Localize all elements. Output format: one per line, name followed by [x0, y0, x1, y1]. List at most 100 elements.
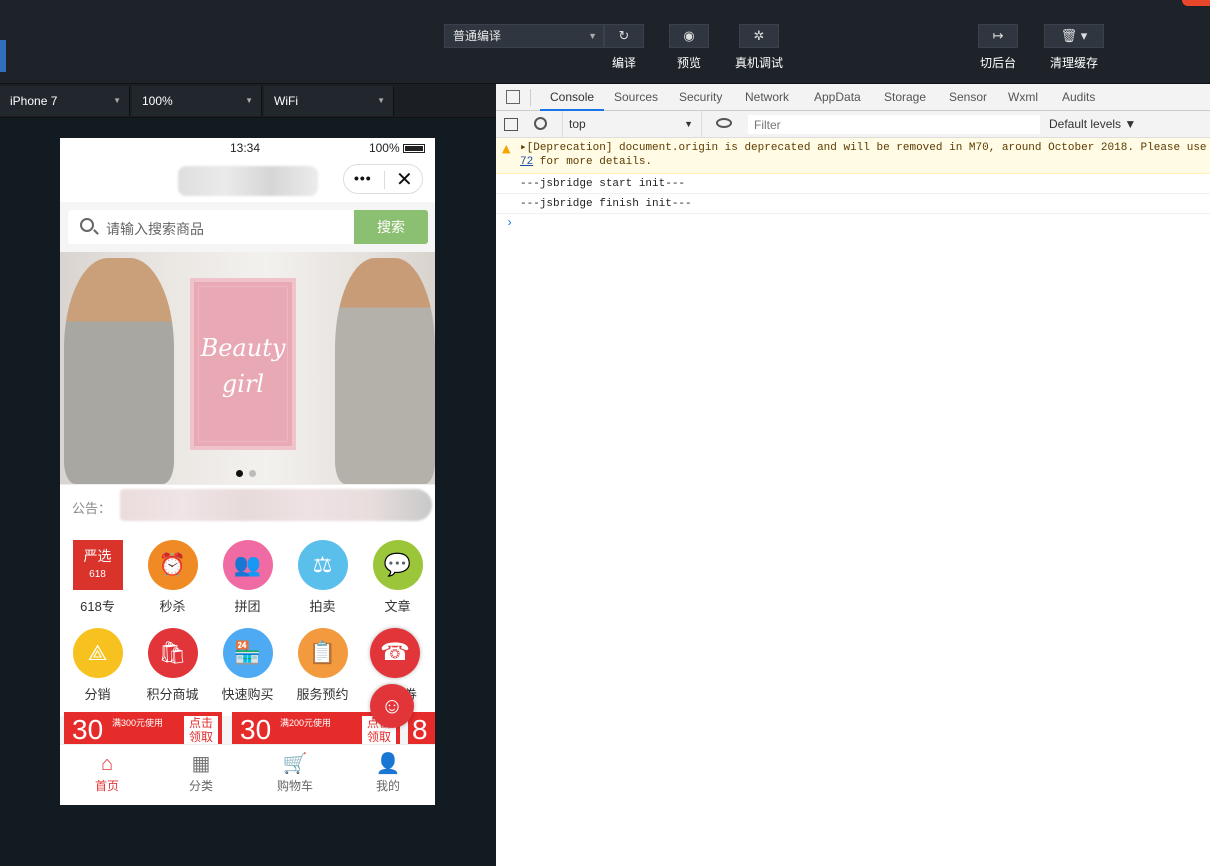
grid-item-service-booking[interactable]: 📋 服务预约 [285, 628, 360, 703]
grid-item-points-mall[interactable]: 🛍 积分商城 [135, 628, 210, 703]
coupon-claim-button[interactable]: 点击领取 [184, 716, 218, 744]
menu-capsule: ••• ✕ [343, 164, 423, 194]
zoom-label: 100% [142, 94, 173, 108]
store-icon: 🏪 [222, 628, 273, 678]
search-input[interactable]: 请输入搜索商品 [68, 210, 354, 244]
console-output: ▲ ▸[Deprecation] document.origin is depr… [496, 138, 1210, 230]
grid-item-flash-sale[interactable]: ⏰ 秒杀 [135, 540, 210, 615]
clear-cache-button[interactable]: 🗑 ▾ 清理缓存 [1044, 24, 1104, 71]
console-prompt[interactable]: › [496, 214, 1210, 230]
tab-sensor[interactable]: Sensor [949, 84, 987, 111]
chevron-down-icon: ▼ [684, 119, 693, 129]
grid-item-quick-buy[interactable]: 🏪 快速购买 [210, 628, 285, 703]
compile-mode-select[interactable]: 普通编译 ▼ [444, 24, 604, 48]
poster-text: Beauty [200, 334, 286, 362]
context-select[interactable]: top ▼ [562, 111, 702, 138]
inspect-element-icon[interactable] [506, 90, 520, 104]
eye-icon: ◉ [669, 24, 709, 48]
carousel-dot[interactable] [236, 470, 243, 477]
tab-profile[interactable]: 👤 我的 [341, 751, 435, 794]
yanxuan-icon: 严选 618 [72, 540, 123, 590]
grid-item-label: 拍卖 [309, 599, 336, 614]
warning-text: for more details. [533, 156, 653, 168]
grid-item-label: 文章 [384, 599, 411, 614]
grid-item-distribution[interactable]: ⟁ 分销 [60, 628, 135, 703]
background-button[interactable]: ↦ 切后台 [968, 24, 1028, 71]
banner-carousel[interactable]: Beauty girl [60, 252, 435, 484]
chevron-down-icon: ▼ [113, 96, 121, 105]
home-icon: ⌂ [100, 753, 114, 775]
search-button[interactable]: 搜索 [354, 210, 428, 244]
gavel-icon: ⚖ [297, 540, 348, 590]
preview-button[interactable]: ◉ 预览 [659, 24, 719, 71]
device-select[interactable]: iPhone 7 ▼ [0, 86, 130, 116]
warning-link[interactable]: 72 [520, 156, 533, 168]
nav-bar: ••• ✕ [60, 158, 435, 202]
grid-icon: ▦ [191, 753, 211, 775]
tab-network[interactable]: Network [745, 84, 789, 111]
tab-security[interactable]: Security [679, 84, 722, 111]
network-label: WiFi [274, 94, 298, 108]
tab-bar: ⌂ 首页 ▦ 分类 🛒 购物车 👤 我的 [60, 744, 435, 805]
zoom-select[interactable]: 100% ▼ [132, 86, 262, 116]
banner-model-image [335, 258, 435, 484]
remote-debug-button[interactable]: ✲ 真机调试 [729, 24, 789, 71]
context-label: top [569, 117, 586, 131]
battery-indicator: 100% [369, 141, 425, 155]
coupon-card[interactable]: 30 满300元使用 点击领取 [64, 712, 222, 744]
eye-icon[interactable] [716, 118, 732, 128]
status-time: 13:34 [230, 141, 261, 155]
grid-item-group-buy[interactable]: 👥 拼团 [210, 540, 285, 615]
grid-item-label: 快速购买 [221, 687, 274, 702]
grid-item-articles[interactable]: 💬 文章 [360, 540, 435, 615]
tab-storage[interactable]: Storage [884, 84, 926, 111]
blurred-title [178, 166, 318, 196]
poster-text: girl [221, 370, 265, 398]
carousel-dot[interactable] [249, 470, 256, 477]
tab-cart[interactable]: 🛒 购物车 [248, 751, 342, 794]
phone-screen: 13:34 100% ••• ✕ 请输入搜索商品 搜索 Beauty girl … [60, 138, 435, 805]
devtools-tabs: Console Sources Security Network AppData… [496, 84, 1210, 111]
tab-console[interactable]: Console [540, 84, 605, 111]
grid-item-auction[interactable]: ⚖ 拍卖 [285, 540, 360, 615]
notice-bar[interactable]: 公告： [60, 484, 435, 526]
trash-icon: 🗑 ▾ [1044, 24, 1104, 48]
more-icon[interactable]: ••• [354, 170, 372, 186]
log-message: ---jsbridge start init--- [496, 174, 1210, 194]
tab-appdata[interactable]: AppData [814, 84, 861, 111]
carousel-indicator [236, 464, 262, 482]
close-icon[interactable]: ✕ [396, 167, 413, 192]
tab-audits[interactable]: Audits [1062, 84, 1095, 111]
search-row: 请输入搜索商品 搜索 [60, 202, 435, 252]
grid-item-label: 分销 [84, 687, 111, 702]
tab-home[interactable]: ⌂ 首页 [60, 751, 154, 794]
phone-float-button[interactable]: ☎ [370, 628, 420, 678]
console-filter-input[interactable] [748, 115, 1040, 134]
tab-wxml[interactable]: Wxml [1008, 84, 1038, 111]
tab-sources[interactable]: Sources [614, 84, 658, 111]
compile-mode-label: 普通编译 [453, 29, 502, 43]
group-icon: 👥 [222, 540, 273, 590]
coupon-condition: 满300元使用 [112, 718, 164, 728]
coupon-amount: 30 [240, 714, 272, 744]
sidebar-toggle-icon[interactable] [504, 118, 518, 131]
clear-console-icon[interactable] [534, 117, 547, 130]
grid-item-label: 618专 [80, 599, 115, 614]
grid-item-label: 服务预约 [296, 687, 349, 702]
preview-label: 预览 [676, 56, 701, 70]
network-select[interactable]: WiFi ▼ [264, 86, 394, 116]
tab-category[interactable]: ▦ 分类 [154, 751, 248, 794]
chevron-down-icon: ▼ [245, 96, 253, 105]
coupon-condition: 满200元使用 [280, 718, 332, 728]
corner-badge [1182, 0, 1210, 6]
compile-button[interactable]: ↻ 编译 [594, 24, 654, 71]
customer-service-icon[interactable]: ☺ [370, 684, 414, 728]
chat-icon: 💬 [372, 540, 423, 590]
coupon-card[interactable]: 8 [408, 712, 435, 744]
background-label: 切后台 [979, 56, 1016, 70]
compile-label: 编译 [611, 56, 636, 70]
battery-icon [403, 144, 425, 153]
log-levels-select[interactable]: Default levels ▼ [1049, 111, 1136, 138]
grid-item-618[interactable]: 严选 618 618专 [60, 540, 135, 615]
simulator-bar: iPhone 7 ▼ 100% ▼ WiFi ▼ [0, 84, 496, 118]
